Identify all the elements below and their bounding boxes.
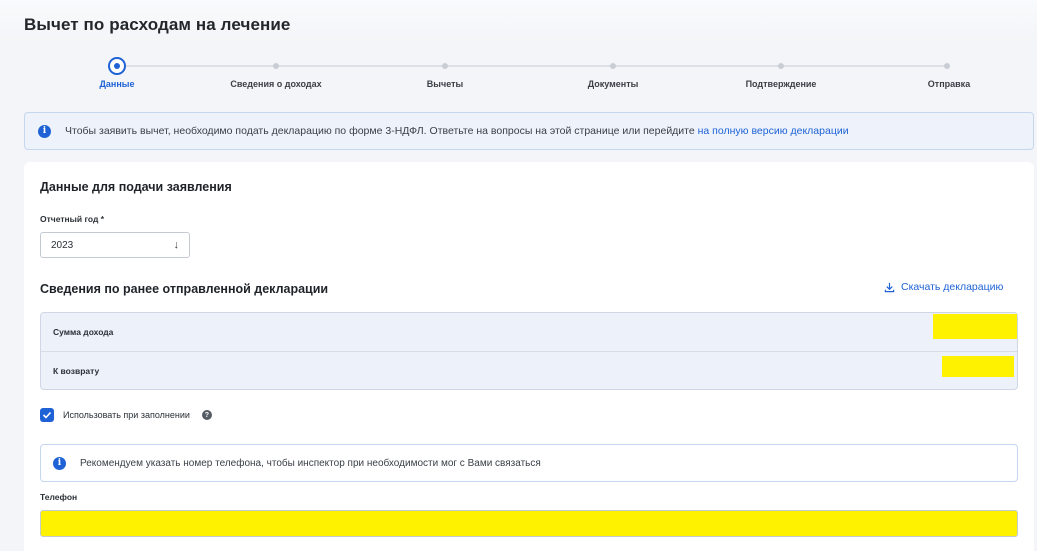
- step-label-confirmation[interactable]: Подтверждение: [746, 79, 817, 89]
- check-icon: [42, 411, 52, 419]
- use-when-filling-label[interactable]: Использовать при заполнении: [63, 410, 190, 420]
- phone-recommendation-banner: i Рекомендуем указать номер телефона, чт…: [40, 444, 1018, 482]
- step-dot-confirmation[interactable]: [778, 63, 784, 69]
- download-declaration-label: Скачать декларацию: [901, 281, 1004, 293]
- page: Вычет по расходам на лечение Данные Свед…: [0, 0, 1037, 551]
- step-label-sending[interactable]: Отправка: [928, 79, 970, 89]
- declaration-info-banner: i Чтобы заявить вычет, необходимо подать…: [24, 112, 1034, 150]
- summary-row-refund: К возврату: [41, 351, 1017, 389]
- step-label-documents[interactable]: Документы: [588, 79, 639, 89]
- phone-recommendation-text: Рекомендуем указать номер телефона, чтоб…: [80, 457, 541, 469]
- income-amount-redacted: [933, 314, 1017, 339]
- step-dot-sending[interactable]: [944, 63, 950, 69]
- phone-field-label: Телефон: [40, 492, 78, 502]
- year-select-value: 2023: [51, 239, 74, 251]
- step-label-income[interactable]: Сведения о доходах: [230, 79, 321, 89]
- download-icon: [884, 282, 895, 292]
- download-declaration-link[interactable]: Скачать декларацию: [884, 281, 1003, 293]
- use-when-filling-checkbox[interactable]: [40, 408, 54, 422]
- application-form-card: Данные для подачи заявления Отчетный год…: [24, 162, 1034, 551]
- progress-stepper: Данные Сведения о доходах Вычеты Докумен…: [0, 54, 1037, 94]
- page-title: Вычет по расходам на лечение: [24, 15, 291, 34]
- info-banner-message: Чтобы заявить вычет, необходимо подать д…: [65, 125, 698, 137]
- full-declaration-link[interactable]: на полную версию декларации: [698, 125, 849, 137]
- refund-amount-redacted: [942, 356, 1014, 377]
- arrow-down-icon: ↓: [173, 239, 180, 251]
- income-amount-label: Сумма дохода: [53, 327, 114, 337]
- section-title-application: Данные для подачи заявления: [40, 180, 232, 194]
- stepper-track: [117, 65, 947, 67]
- step-dot-documents[interactable]: [610, 63, 616, 69]
- info-icon: i: [38, 124, 51, 138]
- section-title-previous-declaration: Сведения по ранее отправленной деклараци…: [40, 282, 329, 296]
- help-icon[interactable]: ?: [201, 410, 212, 420]
- phone-input-redacted[interactable]: [40, 510, 1018, 537]
- refund-amount-label: К возврату: [53, 365, 100, 376]
- info-banner-text: Чтобы заявить вычет, необходимо подать д…: [65, 125, 849, 137]
- use-when-filling-option: Использовать при заполнении ?: [40, 408, 212, 422]
- step-label-deductions[interactable]: Вычеты: [427, 79, 463, 89]
- year-field-label: Отчетный год *: [40, 214, 105, 224]
- info-icon: i: [53, 456, 66, 470]
- step-dot-deductions[interactable]: [442, 63, 448, 69]
- previous-declaration-summary: Сумма дохода К возврату: [40, 312, 1018, 390]
- step-dot-data[interactable]: [108, 57, 126, 75]
- step-label-data[interactable]: Данные: [100, 79, 135, 89]
- summary-row-income: Сумма дохода: [41, 313, 1017, 351]
- year-select[interactable]: 2023 ↓: [40, 232, 190, 258]
- step-dot-income[interactable]: [273, 63, 279, 69]
